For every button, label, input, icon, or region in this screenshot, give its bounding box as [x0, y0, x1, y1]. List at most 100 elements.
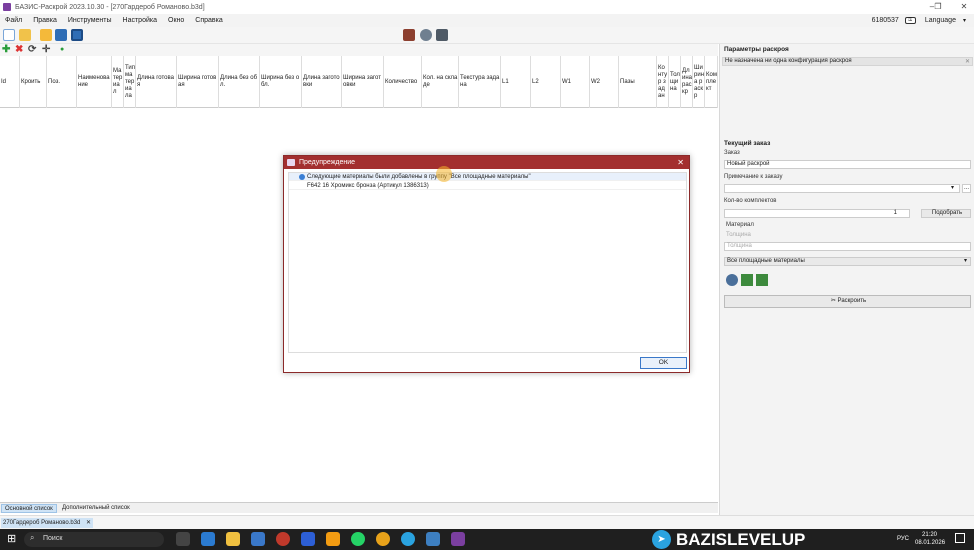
- menu-tools[interactable]: Инструменты: [63, 17, 118, 24]
- menu-edit[interactable]: Правка: [28, 17, 63, 24]
- chevron-down-icon[interactable]: ▾: [963, 17, 966, 24]
- delete-icon[interactable]: ✖: [15, 45, 23, 55]
- save-as-icon[interactable]: [71, 29, 83, 41]
- menu-window[interactable]: Окно: [163, 17, 190, 24]
- app-icon[interactable]: [326, 532, 340, 546]
- open-project-icon[interactable]: [40, 29, 52, 41]
- chevron-down-icon[interactable]: ▾: [964, 257, 967, 264]
- column-header[interactable]: Материал: [112, 56, 124, 108]
- close-tab-icon[interactable]: ✕: [86, 518, 91, 528]
- kits-stepper[interactable]: 1: [724, 209, 910, 218]
- windows-start-icon[interactable]: ⊞: [7, 533, 19, 545]
- bazis-icon[interactable]: [426, 532, 440, 546]
- column-header[interactable]: Ширина без обл.: [260, 56, 302, 108]
- explorer-icon[interactable]: [226, 532, 240, 546]
- notification-icon[interactable]: [955, 533, 965, 543]
- params-title: Параметры раскроя: [724, 46, 789, 53]
- material-filter-select[interactable]: Все площадные материалы: [724, 257, 971, 266]
- title-bar: БАЗИС-Раскрой 2023.10.30 - [270Гардероб …: [0, 0, 974, 14]
- cut-button[interactable]: ✂ Раскроить: [724, 295, 971, 308]
- column-header[interactable]: Id: [0, 56, 20, 108]
- column-header[interactable]: Ширина раскр: [693, 56, 705, 108]
- app-icon: [287, 159, 295, 166]
- dialog-close-button[interactable]: ✕: [677, 156, 684, 169]
- language-indicator[interactable]: РУС: [897, 536, 909, 542]
- column-header[interactable]: Количество: [384, 56, 422, 108]
- column-header[interactable]: Кроить: [20, 56, 47, 108]
- column-header[interactable]: Длина готовая: [136, 56, 177, 108]
- new-file-icon[interactable]: [3, 29, 15, 41]
- column-header[interactable]: L1: [501, 56, 531, 108]
- column-header[interactable]: Контур задан: [657, 56, 669, 108]
- refresh-icon[interactable]: ⟳: [28, 45, 36, 55]
- column-header[interactable]: L2: [531, 56, 561, 108]
- close-icon[interactable]: ✕: [965, 58, 970, 65]
- dialog-message-list: Следующие материалы были добавлены в гру…: [288, 172, 687, 353]
- print-icon[interactable]: [436, 29, 448, 41]
- close-window-button[interactable]: ✕: [950, 0, 974, 14]
- task-view-icon[interactable]: [176, 532, 190, 546]
- window-title: БАЗИС-Раскрой 2023.10.30 - [270Гардероб …: [15, 3, 205, 11]
- clock-time[interactable]: 21:20: [922, 532, 937, 538]
- column-header[interactable]: Тип материала: [124, 56, 136, 108]
- column-header[interactable]: Кол. на складе: [422, 56, 459, 108]
- add-material-icon[interactable]: [741, 274, 753, 286]
- zoom-icon[interactable]: [301, 532, 315, 546]
- add-icon[interactable]: ✚: [2, 45, 10, 55]
- column-header[interactable]: Длина раскр: [681, 56, 693, 108]
- search-box[interactable]: ⌕ Поиск: [24, 532, 164, 547]
- dialog-message: Следующие материалы были добавлены в гру…: [307, 174, 531, 180]
- menu-file[interactable]: Файл: [0, 17, 28, 24]
- note-input[interactable]: [724, 184, 960, 193]
- menu-settings[interactable]: Настройка: [118, 17, 163, 24]
- restore-button[interactable]: ❐: [924, 0, 952, 14]
- tab-main-list[interactable]: Основной список: [1, 504, 57, 513]
- column-header[interactable]: Толщина: [669, 56, 681, 108]
- thickness-input[interactable]: Толщина: [724, 242, 971, 251]
- open-folder-icon[interactable]: [19, 29, 31, 41]
- lock-icon[interactable]: ●: [60, 45, 64, 55]
- thickness-label: Толщина: [726, 232, 751, 238]
- telegram-logo-icon: ➤: [652, 530, 671, 549]
- bazis-cut-icon[interactable]: [451, 532, 465, 546]
- chrome-icon[interactable]: [376, 532, 390, 546]
- document-tab[interactable]: 270Гардероб Романово.b3d ✕: [1, 518, 93, 528]
- column-header[interactable]: Пазы: [619, 56, 657, 108]
- list-tabs: Основной список Дополнительный список: [0, 502, 718, 513]
- tab-extra-list[interactable]: Дополнительный список: [59, 504, 133, 513]
- edge-icon[interactable]: [201, 532, 215, 546]
- chevron-down-icon[interactable]: ▾: [951, 184, 954, 191]
- ok-button[interactable]: OK: [640, 357, 687, 369]
- telegram-icon[interactable]: [401, 532, 415, 546]
- move-icon[interactable]: ✛: [42, 45, 50, 55]
- column-header[interactable]: Поз.: [47, 56, 77, 108]
- clock-date[interactable]: 08.01.2026: [915, 540, 945, 546]
- column-header[interactable]: W2: [590, 56, 619, 108]
- language-menu[interactable]: Language: [925, 17, 956, 24]
- cut-map-icon[interactable]: [403, 29, 415, 41]
- gear-icon[interactable]: [420, 29, 432, 41]
- menu-help[interactable]: Справка: [190, 17, 228, 24]
- browse-button[interactable]: ...: [962, 184, 971, 193]
- column-header[interactable]: Наименование: [77, 56, 112, 108]
- parts-grid-header: Id Кроить Поз. Наименование Материал Тип…: [0, 56, 718, 108]
- column-header[interactable]: W1: [561, 56, 590, 108]
- column-header[interactable]: Длина без обл.: [219, 56, 260, 108]
- cutting-params-panel: Параметры раскроя Не назначена ни одна к…: [719, 44, 974, 531]
- column-header[interactable]: Ширина заготовки: [342, 56, 384, 108]
- column-header[interactable]: Длина заготовки: [302, 56, 342, 108]
- license-key-icon[interactable]: ⚿: [904, 17, 916, 24]
- gear-icon[interactable]: [726, 274, 738, 286]
- save-icon[interactable]: [55, 29, 67, 41]
- grid-toolbar: ✚ ✖ ⟳ ✛ ●: [0, 44, 718, 56]
- pinterest-icon[interactable]: [276, 532, 290, 546]
- column-header[interactable]: Текстура задана: [459, 56, 501, 108]
- config-status: Не назначена ни одна конфигурация раскро…: [722, 57, 973, 66]
- column-header[interactable]: Ширина готовая: [177, 56, 219, 108]
- column-header[interactable]: Комплект: [705, 56, 718, 108]
- pick-button[interactable]: Подобрать: [921, 209, 971, 218]
- whatsapp-icon[interactable]: [351, 532, 365, 546]
- calculator-icon[interactable]: [251, 532, 265, 546]
- remove-material-icon[interactable]: [756, 274, 768, 286]
- order-input[interactable]: Новый раскрой: [724, 160, 971, 169]
